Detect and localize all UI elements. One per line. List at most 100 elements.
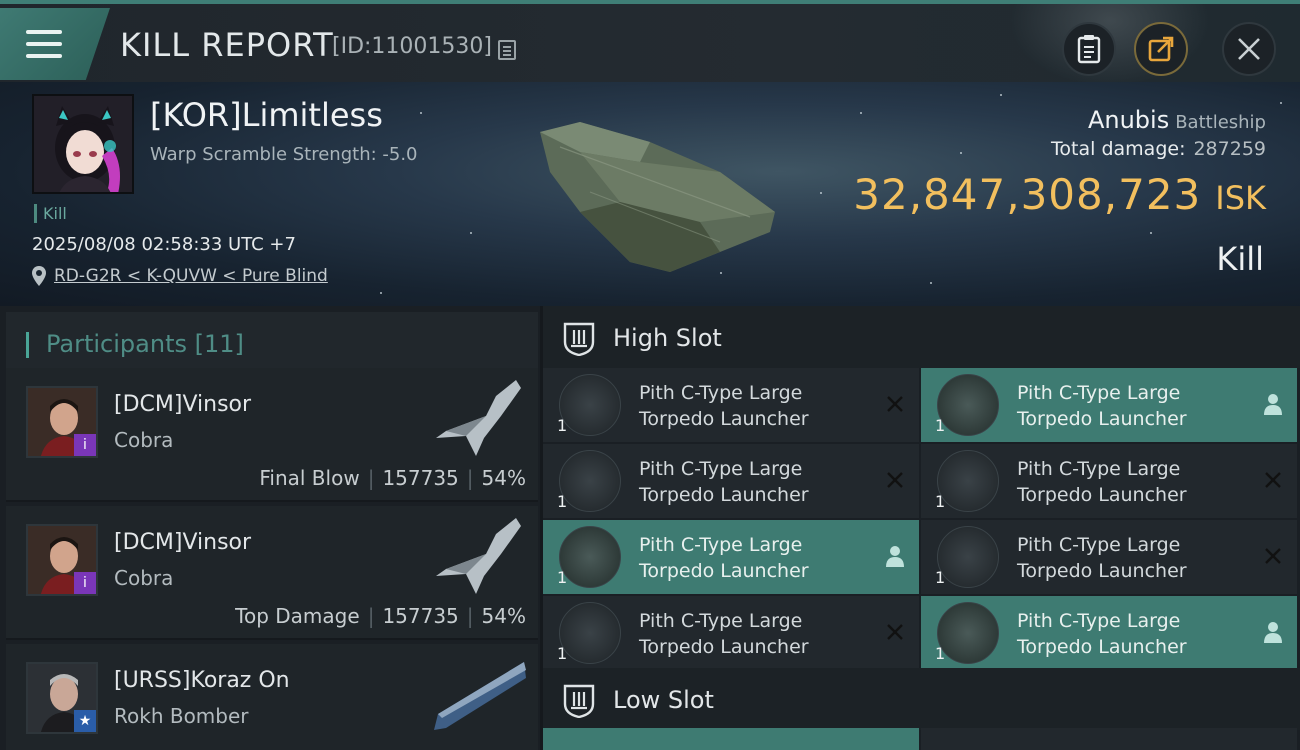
torpedo-launcher-icon: [559, 374, 621, 436]
module-item[interactable]: 1 Pith C-Type Large Torpedo Launcher: [921, 444, 1297, 518]
participant-name: [DCM]Vinsor: [114, 392, 252, 417]
module-item[interactable]: 1 Pith C-Type Large Torpedo Launcher: [921, 596, 1297, 670]
share-button[interactable]: [1134, 22, 1188, 76]
warp-scramble-strength: Warp Scramble Strength: -5.0: [150, 144, 418, 165]
x-mark-icon: [883, 392, 907, 416]
close-icon: [1238, 38, 1260, 60]
location-text[interactable]: RD-G2R < K-QUVW < Pure Blind: [54, 266, 328, 286]
module-item[interactable]: 1 Pith C-Type Large Torpedo Launcher: [921, 520, 1297, 594]
module-quantity: 1: [557, 644, 568, 663]
module-name: Pith C-Type Large Torpedo Launcher: [639, 534, 809, 582]
location-link[interactable]: RD-G2R < K-QUVW < Pure Blind: [32, 266, 328, 286]
star-badge: ★: [74, 710, 96, 732]
participant-ship-image: [436, 380, 521, 456]
torpedo-launcher-icon: [559, 450, 621, 512]
module-item[interactable]: 1 Pith C-Type Large Torpedo Launcher: [543, 596, 919, 670]
total-damage: Total damage: 287259: [1051, 138, 1266, 160]
participant-ship-image: [434, 662, 526, 730]
person-icon: [883, 544, 907, 568]
x-mark-icon: [883, 468, 907, 492]
kill-summary-banner: [KOR]Limitless Warp Scramble Strength: -…: [0, 82, 1300, 306]
participant-damage: 157735: [382, 466, 459, 490]
fitting-panel: High Slot 1 Pith C-Type Large Torpedo Lau…: [543, 306, 1300, 750]
participant-stats: Top Damage | 157735 | 54%: [235, 604, 526, 628]
low-slot-header: Low Slot: [543, 668, 1300, 730]
participant-role: Final Blow: [259, 466, 360, 490]
participant-ship: Cobra: [114, 428, 174, 452]
participant-avatar: i: [26, 524, 98, 596]
hamburger-icon[interactable]: [26, 30, 62, 58]
participant-damage: 157735: [382, 604, 459, 628]
victim-ship-class: Battleship: [1175, 112, 1266, 133]
torpedo-launcher-icon: [937, 374, 999, 436]
participant-stats: Final Blow | 157735 | 54%: [259, 466, 526, 490]
shield-slot-icon: [563, 322, 595, 356]
participant-row[interactable]: i [DCM]Vinsor Cobra Top Damage | 157735 | 54…: [6, 506, 538, 640]
person-icon: [1261, 392, 1285, 416]
participant-percent: 54%: [481, 466, 526, 490]
participant-role: Top Damage: [235, 604, 360, 628]
rank-badge: i: [74, 572, 96, 594]
module-name: Pith C-Type Large Torpedo Launcher: [1017, 610, 1187, 658]
module-name: Pith C-Type Large Torpedo Launcher: [639, 610, 809, 658]
module-item[interactable]: 1 Pith C-Type Large Torpedo Launcher: [543, 444, 919, 518]
shield-slot-icon: [563, 684, 595, 718]
menu-button[interactable]: [0, 8, 110, 80]
module-quantity: 1: [557, 568, 568, 587]
title-bar: KILL REPORT [ID:11001530]: [0, 0, 1300, 86]
participants-header: Participants [11]: [6, 312, 538, 370]
total-damage-label: Total damage:: [1051, 138, 1186, 160]
torpedo-launcher-icon: [937, 450, 999, 512]
participant-ship: Rokh Bomber: [114, 704, 249, 728]
share-icon: [1148, 36, 1174, 62]
close-button[interactable]: [1222, 22, 1276, 76]
participant-row[interactable]: i [DCM]Vinsor Cobra Final Blow | 157735 | 54…: [6, 368, 538, 502]
clipboard-button[interactable]: [1062, 22, 1116, 76]
module-quantity: 1: [935, 492, 946, 511]
location-pin-icon: [32, 266, 46, 286]
torpedo-launcher-icon: [937, 602, 999, 664]
module-name: Pith C-Type Large Torpedo Launcher: [1017, 458, 1187, 506]
torpedo-launcher-icon: [559, 602, 621, 664]
report-id: [ID:11001530]: [332, 34, 492, 59]
module-quantity: 1: [935, 644, 946, 663]
participants-panel: Participants [11] i [DCM]Vinsor Cobra Fi…: [0, 306, 540, 750]
copy-icon[interactable]: [498, 40, 516, 60]
x-mark-icon: [1261, 468, 1285, 492]
participants-title: Participants [11]: [46, 330, 244, 358]
participant-row[interactable]: ★ [URSS]Koraz On Rokh Bomber: [6, 644, 538, 750]
module-item[interactable]: 1 Pith C-Type Large Torpedo Launcher: [921, 368, 1297, 442]
participant-avatar: ★: [26, 662, 98, 734]
clipboard-icon: [1077, 35, 1101, 64]
participant-name: [URSS]Koraz On: [114, 668, 290, 693]
x-mark-icon: [1261, 544, 1285, 568]
victim-ship-image: [540, 122, 775, 272]
torpedo-launcher-icon: [937, 526, 999, 588]
participant-ship: Cobra: [114, 566, 174, 590]
isk-amount: 32,847,308,723: [853, 170, 1202, 219]
isk-value: 32,847,308,723 ISK: [853, 170, 1266, 219]
module-item-partial[interactable]: [543, 728, 919, 750]
isk-currency: ISK: [1215, 179, 1266, 217]
module-name: Pith C-Type Large Torpedo Launcher: [639, 382, 809, 430]
total-damage-value: 287259: [1193, 138, 1266, 160]
module-quantity: 1: [935, 568, 946, 587]
victim-avatar: [32, 94, 134, 194]
participant-name: [DCM]Vinsor: [114, 530, 252, 555]
participant-ship-image: [436, 518, 521, 594]
module-item[interactable]: 1 Pith C-Type Large Torpedo Launcher: [543, 520, 919, 594]
victim-ship: Anubis Battleship: [1088, 106, 1266, 134]
module-name: Pith C-Type Large Torpedo Launcher: [639, 458, 809, 506]
high-slot-header: High Slot: [543, 306, 1300, 368]
module-item-partial[interactable]: [921, 728, 1297, 750]
high-slot-label: High Slot: [613, 324, 722, 352]
kill-result: Kill: [1216, 240, 1264, 278]
module-name: Pith C-Type Large Torpedo Launcher: [1017, 382, 1187, 430]
participant-percent: 54%: [481, 604, 526, 628]
participant-avatar: i: [26, 386, 98, 458]
module-item[interactable]: 1 Pith C-Type Large Torpedo Launcher: [543, 368, 919, 442]
kill-datetime: 2025/08/08 02:58:33 UTC +7: [32, 234, 296, 255]
torpedo-launcher-icon: [559, 526, 621, 588]
module-name: Pith C-Type Large Torpedo Launcher: [1017, 534, 1187, 582]
person-icon: [1261, 620, 1285, 644]
